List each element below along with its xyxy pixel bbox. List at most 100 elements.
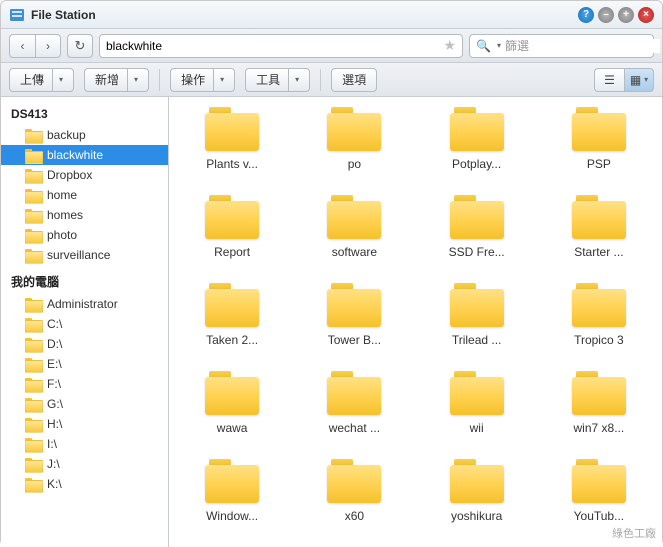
file-item[interactable]: win7 x8... <box>540 367 658 439</box>
folder-icon <box>25 318 41 331</box>
content-area[interactable]: Plants v... po Potplay... PSP Report sof… <box>169 97 662 547</box>
minimize-button[interactable]: – <box>598 7 614 23</box>
file-item[interactable]: Taken 2... <box>173 279 291 351</box>
folder-icon <box>205 107 259 151</box>
close-button[interactable]: × <box>638 7 654 23</box>
sidebar-item-label: backup <box>47 128 86 142</box>
path-input[interactable] <box>106 39 443 53</box>
app-icon <box>9 7 25 23</box>
sidebar-item-label: Dropbox <box>47 168 92 182</box>
sidebar-item-drive[interactable]: I:\ <box>1 434 168 454</box>
sidebar-item-drive[interactable]: H:\ <box>1 414 168 434</box>
file-label: wawa <box>187 421 277 435</box>
maximize-button[interactable]: + <box>618 7 634 23</box>
sidebar-item-label: H:\ <box>47 417 62 431</box>
file-item[interactable]: Starter ... <box>540 191 658 263</box>
sidebar-item-drive[interactable]: F:\ <box>1 374 168 394</box>
toolbar: 上傳 ▾ 新增 ▾ 操作 ▾ 工具 ▾ 選項 ☰ ▦▾ <box>1 63 662 97</box>
view-grid-button[interactable]: ▦▾ <box>624 68 654 92</box>
sidebar-item-share[interactable]: backup <box>1 125 168 145</box>
forward-button[interactable]: › <box>35 34 61 58</box>
sidebar-item-drive[interactable]: Administrator <box>1 294 168 314</box>
sidebar-item-label: photo <box>47 228 77 242</box>
folder-icon <box>205 195 259 239</box>
file-item[interactable]: software <box>295 191 413 263</box>
file-item[interactable]: po <box>295 103 413 175</box>
sidebar-item-share[interactable]: home <box>1 185 168 205</box>
favorite-icon[interactable]: ★ <box>443 37 456 54</box>
file-item[interactable]: wawa <box>173 367 291 439</box>
sidebar[interactable]: DS413 backup blackwhite Dropbox homehomes ph… <box>1 97 169 547</box>
divider <box>159 69 160 91</box>
options-button[interactable]: 選項 <box>331 68 377 92</box>
file-item[interactable]: Report <box>173 191 291 263</box>
file-item[interactable]: Trilead ... <box>418 279 536 351</box>
file-label: wechat ... <box>309 421 399 435</box>
folder-icon <box>25 378 41 391</box>
sidebar-item-share[interactable]: Dropbox <box>1 165 168 185</box>
chevron-down-icon: ▾ <box>52 69 63 91</box>
folder-icon <box>450 195 504 239</box>
upload-button[interactable]: 上傳 ▾ <box>9 68 74 92</box>
chevron-down-icon: ▾ <box>127 69 138 91</box>
file-item[interactable]: wechat ... <box>295 367 413 439</box>
search-icon: 🔍 <box>476 39 491 53</box>
search-input[interactable] <box>505 39 660 53</box>
file-item[interactable]: Window... <box>173 455 291 527</box>
sidebar-item-share[interactable]: blackwhite <box>1 145 168 165</box>
path-field[interactable]: ★ <box>99 34 463 58</box>
reload-button[interactable]: ↻ <box>67 34 93 58</box>
sidebar-item-label: surveillance <box>47 248 110 262</box>
titlebar: File Station ? – + × <box>1 1 662 29</box>
new-button[interactable]: 新增 ▾ <box>84 68 149 92</box>
folder-icon <box>572 459 626 503</box>
tree-computer-label[interactable]: 我的電腦 <box>1 265 168 294</box>
sidebar-item-drive[interactable]: J:\ <box>1 454 168 474</box>
sidebar-item-label: K:\ <box>47 477 62 491</box>
search-dropdown-icon[interactable]: ▾ <box>497 41 501 50</box>
file-item[interactable]: YouTub... <box>540 455 658 527</box>
file-item[interactable]: SSD Fre... <box>418 191 536 263</box>
view-list-button[interactable]: ☰ <box>594 68 624 92</box>
body: DS413 backup blackwhite Dropbox homehomes ph… <box>1 97 662 547</box>
file-item[interactable]: PSP <box>540 103 658 175</box>
file-item[interactable]: Potplay... <box>418 103 536 175</box>
file-item[interactable]: x60 <box>295 455 413 527</box>
upload-label: 上傳 <box>20 71 44 88</box>
navbar: ‹ › ↻ ★ 🔍 ▾ <box>1 29 662 63</box>
search-field[interactable]: 🔍 ▾ <box>469 34 654 58</box>
history-buttons: ‹ › <box>9 34 61 58</box>
folder-icon <box>205 283 259 327</box>
sidebar-item-share[interactable]: homes <box>1 205 168 225</box>
action-button[interactable]: 操作 ▾ <box>170 68 235 92</box>
folder-icon <box>572 283 626 327</box>
sidebar-item-drive[interactable]: C:\ <box>1 314 168 334</box>
sidebar-item-share[interactable]: photo <box>1 225 168 245</box>
chevron-down-icon: ▾ <box>288 69 299 91</box>
file-label: Potplay... <box>432 157 522 171</box>
folder-icon <box>25 418 41 431</box>
folder-icon <box>450 371 504 415</box>
folder-icon <box>572 371 626 415</box>
file-item[interactable]: Tower B... <box>295 279 413 351</box>
file-item[interactable]: wii <box>418 367 536 439</box>
sidebar-item-drive[interactable]: G:\ <box>1 394 168 414</box>
file-item[interactable]: Plants v... <box>173 103 291 175</box>
file-item[interactable]: Tropico 3 <box>540 279 658 351</box>
sidebar-item-drive[interactable]: D:\ <box>1 334 168 354</box>
sidebar-item-label: I:\ <box>47 437 57 451</box>
tools-button[interactable]: 工具 ▾ <box>245 68 310 92</box>
help-button[interactable]: ? <box>578 7 594 23</box>
window-title: File Station <box>31 8 578 22</box>
file-label: Taken 2... <box>187 333 277 347</box>
folder-icon <box>25 298 41 311</box>
sidebar-item-drive[interactable]: K:\ <box>1 474 168 494</box>
back-button[interactable]: ‹ <box>9 34 35 58</box>
action-label: 操作 <box>181 71 205 88</box>
sidebar-item-share[interactable]: surveillance <box>1 245 168 265</box>
sidebar-item-label: blackwhite <box>47 148 103 162</box>
folder-icon <box>205 371 259 415</box>
file-item[interactable]: yoshikura <box>418 455 536 527</box>
sidebar-item-drive[interactable]: E:\ <box>1 354 168 374</box>
tree-root-label[interactable]: DS413 <box>1 101 168 125</box>
